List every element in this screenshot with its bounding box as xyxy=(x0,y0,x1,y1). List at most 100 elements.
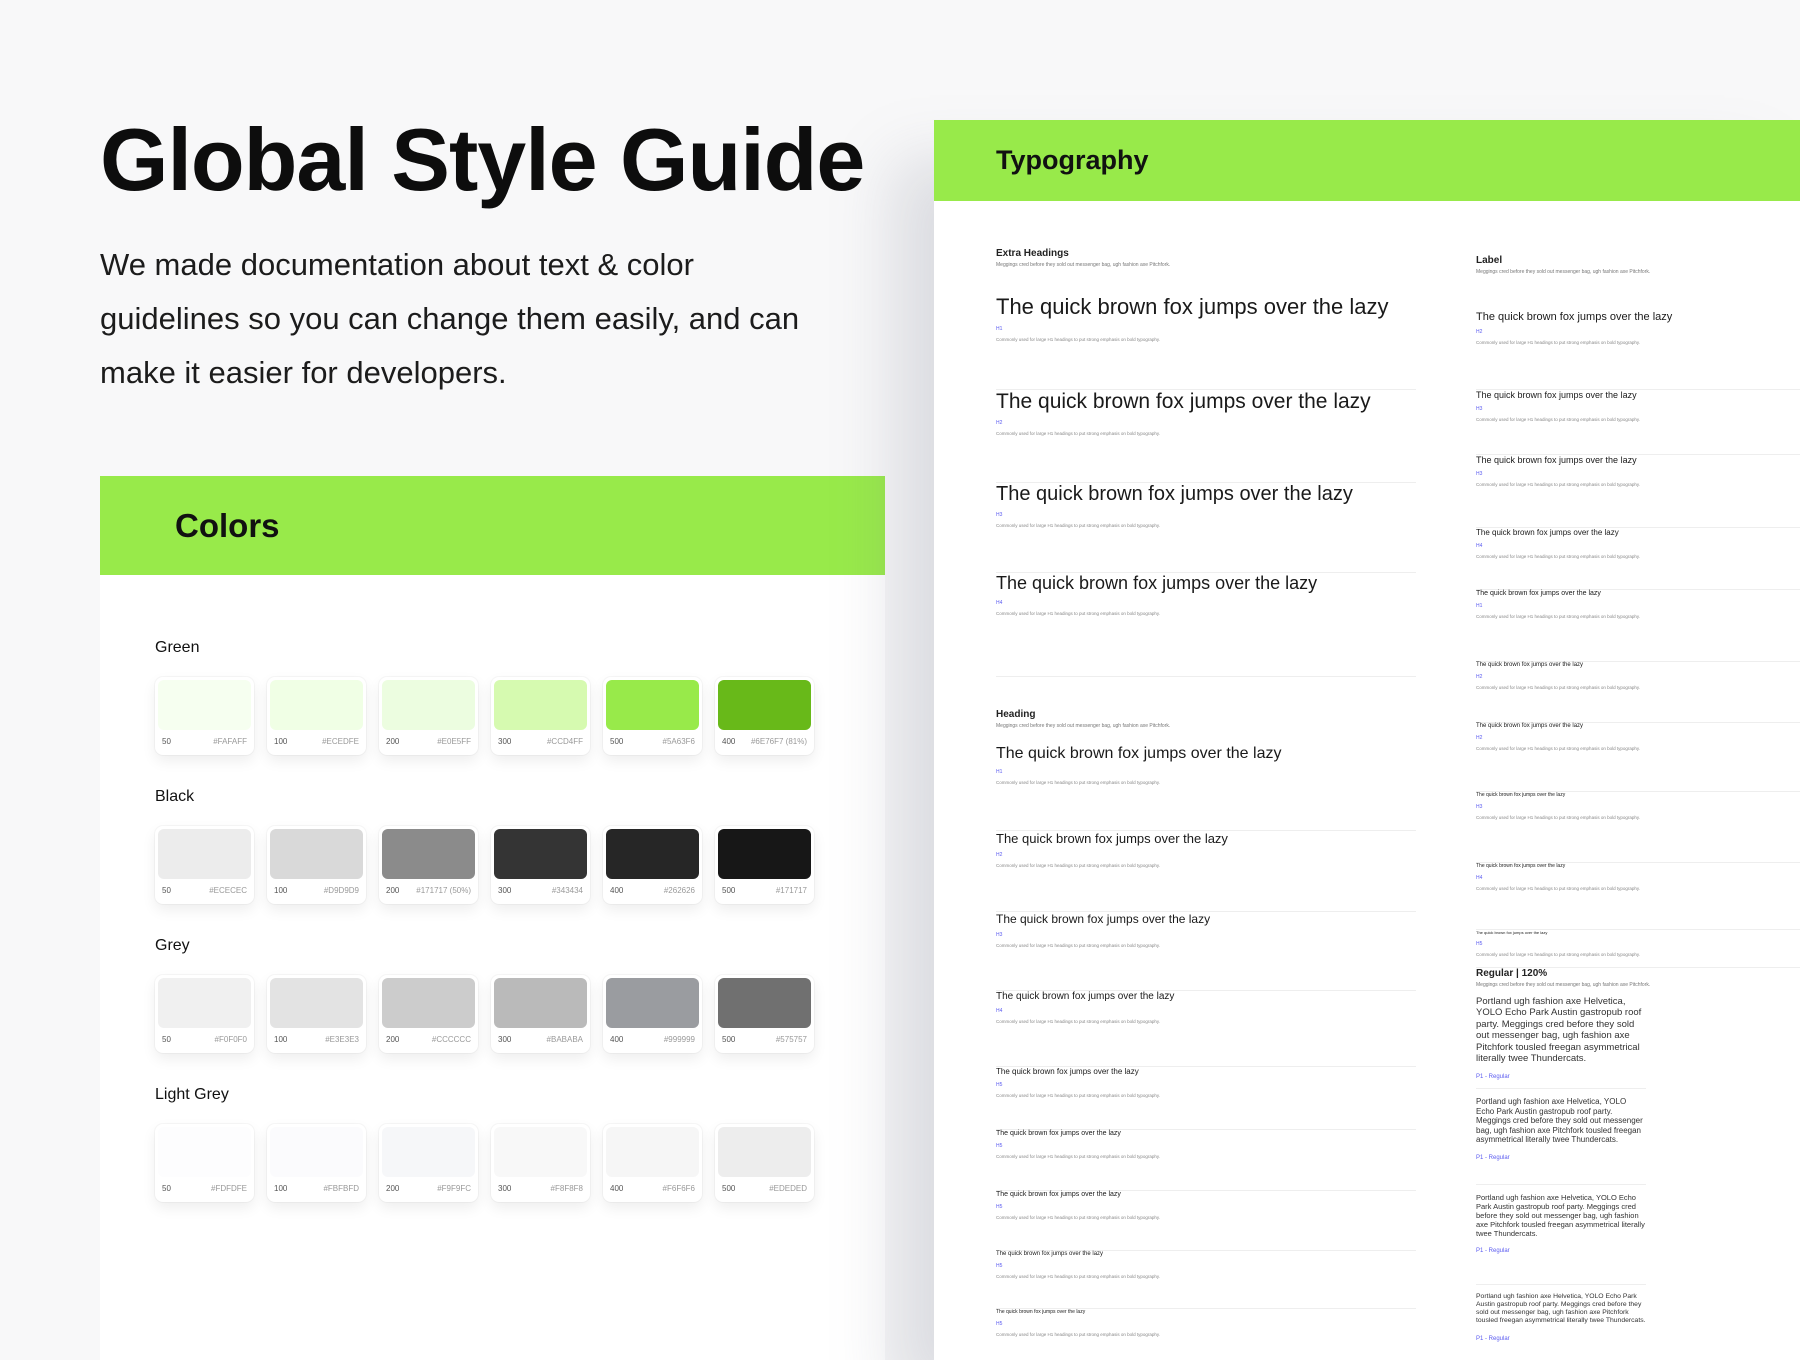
color-swatch[interactable]: 50 #FAFAFF xyxy=(155,677,254,755)
color-swatch[interactable]: 200 #171717 (50%) xyxy=(379,826,478,904)
swatch-meta: 50 #FDFDFE xyxy=(158,1177,251,1193)
color-group-label: Grey xyxy=(155,937,190,954)
paragraph-tag: P1 - Regular xyxy=(1476,1074,1510,1081)
type-specimen: The quick brown fox jumps over the lazy H… xyxy=(996,745,1416,831)
type-note: Commonly used for large H1 headings to p… xyxy=(1476,952,1641,957)
type-specimen: The quick brown fox jumps over the lazy H… xyxy=(996,483,1416,573)
swatch-step: 500 xyxy=(610,737,624,746)
color-swatch[interactable]: 300 #CCD4FF xyxy=(491,677,590,755)
color-swatch[interactable]: 500 #575757 xyxy=(715,975,814,1053)
swatch-color-chip xyxy=(382,829,475,879)
swatch-meta: 100 #E3E3E3 xyxy=(270,1028,363,1044)
type-section-header: Extra Headings Meggings cred before they … xyxy=(996,248,1416,268)
type-note: Commonly used for large H1 headings to p… xyxy=(1476,614,1641,619)
swatch-color-chip xyxy=(158,1127,251,1177)
type-sample-text: The quick brown fox jumps over the lazy xyxy=(996,390,1371,413)
type-note: Commonly used for large H1 headings to p… xyxy=(996,1332,1161,1337)
type-tag: H4 xyxy=(996,600,1003,606)
color-swatch[interactable]: 200 #F9F9FC xyxy=(379,1124,478,1202)
swatch-meta: 100 #ECEDFE xyxy=(270,730,363,746)
type-note: Commonly used for large H1 headings to p… xyxy=(1476,746,1641,751)
swatch-hex: #F8F8F8 xyxy=(550,1184,583,1193)
color-swatch[interactable]: 500 #171717 xyxy=(715,826,814,904)
type-specimen: The quick brown fox jumps over the lazy H… xyxy=(1476,930,1800,968)
type-sample-text: The quick brown fox jumps over the lazy xyxy=(996,1309,1086,1315)
type-section-header: Regular | 120% Meggings cred before they … xyxy=(1476,968,1800,988)
type-sample-text: The quick brown fox jumps over the lazy xyxy=(1476,723,1584,729)
swatch-meta: 200 #171717 (50%) xyxy=(382,879,475,895)
color-swatch[interactable]: 400 #F6F6F6 xyxy=(603,1124,702,1202)
typography-panel: Typography Extra Headings Meggings cred b… xyxy=(934,120,1800,1360)
color-swatch[interactable]: 300 #343434 xyxy=(491,826,590,904)
color-swatch[interactable]: 50 #FDFDFE xyxy=(155,1124,254,1202)
swatch-hex: #F6F6F6 xyxy=(662,1184,695,1193)
color-group-label: Green xyxy=(155,639,200,656)
type-sample-text: The quick brown fox jumps over the lazy xyxy=(1476,390,1637,400)
color-swatch[interactable]: 50 #F0F0F0 xyxy=(155,975,254,1053)
type-sample-text: The quick brown fox jumps over the lazy xyxy=(1476,455,1637,465)
swatch-hex: #575757 xyxy=(775,1035,807,1044)
swatch-hex: #FBFBFD xyxy=(323,1184,359,1193)
type-sample-text: The quick brown fox jumps over the lazy xyxy=(1476,930,1548,935)
type-tag: H2 xyxy=(996,852,1003,858)
paragraph-specimen: Portland ugh fashion axe Helvetica, YOLO… xyxy=(1476,996,1646,1089)
color-swatch[interactable]: 400 #6E76F7 (81%) xyxy=(715,677,814,755)
color-swatch[interactable]: 100 #FBFBFD xyxy=(267,1124,366,1202)
swatch-row: 50 #F0F0F0 100 #E3E3E3 200 #CCCCCC 300 #BABABA 4… xyxy=(155,975,814,1053)
color-swatch[interactable]: 500 #EDEDED xyxy=(715,1124,814,1202)
color-group: Green 50 #FAFAFF 100 #ECEDFE 200 #E0E5FF 300 #CC… xyxy=(155,639,814,755)
swatch-meta: 100 #D9D9D9 xyxy=(270,879,363,895)
type-sample-text: The quick brown fox jumps over the lazy xyxy=(996,912,1211,926)
type-specimen: The quick brown fox jumps over the lazy H… xyxy=(996,1251,1416,1309)
color-swatch[interactable]: 400 #262626 xyxy=(603,826,702,904)
type-tag: H3 xyxy=(996,932,1003,938)
color-swatch[interactable]: 300 #F8F8F8 xyxy=(491,1124,590,1202)
color-swatch[interactable]: 500 #5A63F6 xyxy=(603,677,702,755)
color-swatch[interactable]: 100 #E3E3E3 xyxy=(267,975,366,1053)
swatch-hex: #BABABA xyxy=(546,1035,583,1044)
type-section-subtitle: Meggings cred before they sold out messe… xyxy=(1476,269,1651,275)
paragraph-tag: P1 - Regular xyxy=(1476,1154,1510,1161)
paragraph-text: Portland ugh fashion axe Helvetica, YOLO… xyxy=(1476,1097,1643,1145)
swatch-color-chip xyxy=(718,1127,811,1177)
typography-left-column: Extra Headings Meggings cred before they … xyxy=(996,248,1416,1360)
swatch-color-chip xyxy=(382,1127,475,1177)
type-sample-text: The quick brown fox jumps over the lazy xyxy=(996,1130,1121,1137)
swatch-step: 200 xyxy=(386,1184,400,1193)
color-group: Light Grey 50 #FDFDFE 100 #FBFBFD 200 #F9F9FC 3… xyxy=(155,1086,814,1202)
swatch-step: 50 xyxy=(162,1035,171,1044)
color-swatch[interactable]: 100 #D9D9D9 xyxy=(267,826,366,904)
type-note: Commonly used for large H1 headings to p… xyxy=(1476,554,1641,559)
swatch-color-chip xyxy=(158,829,251,879)
color-swatch[interactable]: 300 #BABABA xyxy=(491,975,590,1053)
swatch-step: 500 xyxy=(722,886,736,895)
page-description: We made documentation about text & color… xyxy=(100,247,800,390)
swatch-step: 50 xyxy=(162,886,171,895)
type-note: Commonly used for large H1 headings to p… xyxy=(1476,815,1641,820)
swatch-hex: #F0F0F0 xyxy=(214,1035,247,1044)
color-swatch[interactable]: 100 #ECEDFE xyxy=(267,677,366,755)
color-swatch[interactable]: 50 #ECECEC xyxy=(155,826,254,904)
swatch-hex: #171717 xyxy=(775,886,807,895)
swatch-color-chip xyxy=(158,978,251,1028)
page-title: Global Style Guide xyxy=(100,110,865,209)
type-note: Commonly used for large H1 headings to p… xyxy=(996,431,1161,436)
swatch-hex: #FAFAFF xyxy=(213,737,247,746)
swatch-meta: 100 #FBFBFD xyxy=(270,1177,363,1193)
swatch-step: 400 xyxy=(610,886,624,895)
color-swatch[interactable]: 200 #E0E5FF xyxy=(379,677,478,755)
swatch-color-chip xyxy=(606,680,699,730)
swatch-step: 300 xyxy=(498,886,512,895)
swatch-hex: #343434 xyxy=(551,886,583,895)
type-sample-text: The quick brown fox jumps over the lazy xyxy=(1476,792,1566,798)
type-note: Commonly used for large H1 headings to p… xyxy=(996,943,1161,948)
type-tag: H4 xyxy=(1476,875,1483,881)
color-swatch[interactable]: 400 #999999 xyxy=(603,975,702,1053)
swatch-meta: 200 #E0E5FF xyxy=(382,730,475,746)
type-note: Commonly used for large H1 headings to p… xyxy=(1476,886,1641,891)
type-tag: H4 xyxy=(1476,543,1483,549)
color-swatch[interactable]: 200 #CCCCCC xyxy=(379,975,478,1053)
type-sample-text: The quick brown fox jumps over the lazy xyxy=(996,1067,1139,1076)
swatch-color-chip xyxy=(606,829,699,879)
paragraph-text: Portland ugh fashion axe Helvetica, YOLO… xyxy=(1476,1193,1645,1238)
